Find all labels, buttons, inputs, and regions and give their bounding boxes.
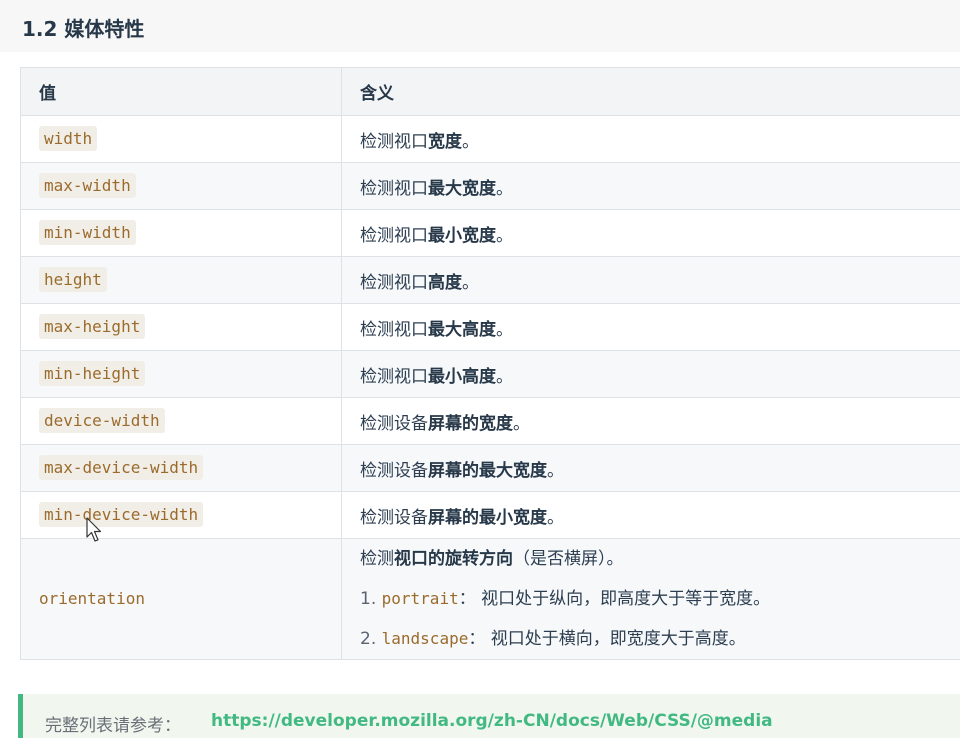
option-code: landscape — [381, 629, 469, 648]
list-number: 1. — [360, 589, 377, 609]
feature-code: min-width — [39, 220, 136, 245]
meaning-cell: 检测设备屏幕的宽度。 — [341, 397, 960, 445]
meaning-cell: 检测视口宽度。 — [341, 115, 960, 163]
table-row: height 检测视口高度。 — [20, 256, 960, 304]
meaning-bold: 最大高度 — [428, 319, 496, 340]
value-cell: orientation — [20, 538, 342, 660]
meaning-suffix: 。 — [462, 131, 479, 152]
list-item: 2. landscape： 视口处于横向，即宽度大于高度。 — [360, 619, 960, 659]
meaning-bold: 最小高度 — [428, 366, 496, 387]
meaning-prefix: 检测设备 — [360, 507, 428, 528]
value-cell: min-device-width — [20, 491, 342, 539]
meaning-suffix: （是否横屏）。 — [513, 549, 624, 569]
meaning-bold: 高度 — [428, 272, 462, 293]
value-cell: device-width — [20, 397, 342, 445]
meaning-suffix: 。 — [513, 413, 530, 434]
list-number: 2. — [360, 629, 377, 649]
value-cell: min-width — [20, 209, 342, 257]
meaning-prefix: 检测视口 — [360, 225, 428, 246]
meaning-suffix: 。 — [496, 178, 513, 199]
feature-code: min-device-width — [39, 502, 204, 527]
table-row: width 检测视口宽度。 — [20, 115, 960, 163]
feature-code: orientation — [39, 589, 145, 608]
feature-code: device-width — [39, 408, 165, 433]
meaning-prefix: 检测视口 — [360, 178, 428, 199]
feature-code: max-height — [39, 314, 146, 339]
meaning-prefix: 检测设备 — [360, 460, 428, 481]
header-value: 值 — [20, 67, 342, 116]
media-features-table: 值 含义 width 检测视口宽度。 max-width 检测视口最大宽度。 m… — [20, 67, 960, 660]
meaning-prefix: 检测视口 — [360, 366, 428, 387]
reference-note: 完整列表请参考： https://developer.mozilla.org/z… — [18, 694, 960, 738]
header-meaning: 含义 — [341, 67, 960, 116]
meaning-cell: 检测视口最大高度。 — [341, 303, 960, 351]
meaning-prefix: 检测视口 — [360, 272, 428, 293]
meaning-suffix: 。 — [496, 366, 513, 387]
table-row: min-width 检测视口最小宽度。 — [20, 209, 960, 257]
table-row: max-width 检测视口最大宽度。 — [20, 162, 960, 210]
table-row: device-width 检测设备屏幕的宽度。 — [20, 397, 960, 445]
meaning-suffix: 。 — [496, 225, 513, 246]
table-header-row: 值 含义 — [20, 67, 960, 116]
meaning-bold: 最大宽度 — [428, 178, 496, 199]
meaning-prefix: 检测 — [360, 549, 394, 569]
value-cell: width — [20, 115, 342, 163]
value-cell: max-width — [20, 162, 342, 210]
mdn-link[interactable]: https://developer.mozilla.org/zh-CN/docs… — [211, 711, 773, 731]
meaning-bold: 视口的旋转方向 — [394, 549, 513, 569]
meaning-cell: 检测设备屏幕的最大宽度。 — [341, 444, 960, 492]
section-title: 1.2 媒体特性 — [22, 17, 145, 41]
meaning-suffix: 。 — [462, 272, 479, 293]
feature-code: height — [39, 267, 107, 292]
meaning-suffix: 。 — [496, 319, 513, 340]
meaning-cell: 检测设备屏幕的最小宽度。 — [341, 491, 960, 539]
meaning-cell: 检测视口最小宽度。 — [341, 209, 960, 257]
meaning-bold: 宽度 — [428, 131, 462, 152]
mouse-cursor-icon — [86, 517, 102, 542]
meaning-cell: 检测视口最小高度。 — [341, 350, 960, 398]
meaning-suffix: 。 — [547, 460, 564, 481]
feature-code: width — [39, 126, 98, 151]
meaning-bold: 屏幕的最大宽度 — [428, 460, 547, 481]
orientation-description: 检测视口的旋转方向（是否横屏）。 — [360, 539, 960, 579]
table-row-orientation: orientation 检测视口的旋转方向（是否横屏）。 1. portrait… — [20, 538, 960, 660]
table-row: max-device-width 检测设备屏幕的最大宽度。 — [20, 444, 960, 492]
meaning-cell: 检测视口高度。 — [341, 256, 960, 304]
option-code: portrait — [381, 589, 459, 608]
feature-code: max-width — [39, 173, 136, 198]
meaning-bold: 屏幕的宽度 — [428, 413, 513, 434]
note-label: 完整列表请参考： — [45, 716, 181, 736]
meaning-cell: 检测视口最大宽度。 — [341, 162, 960, 210]
meaning-prefix: 检测视口 — [360, 131, 428, 152]
meaning-bold: 最小宽度 — [428, 225, 496, 246]
meaning-prefix: 检测设备 — [360, 413, 428, 434]
value-cell: min-height — [20, 350, 342, 398]
meaning-bold: 屏幕的最小宽度 — [428, 507, 547, 528]
list-item: 1. portrait： 视口处于纵向，即高度大于等于宽度。 — [360, 579, 960, 619]
table-row: min-device-width 检测设备屏幕的最小宽度。 — [20, 491, 960, 539]
table-row: min-height 检测视口最小高度。 — [20, 350, 960, 398]
section-heading: 1.2 媒体特性 — [0, 0, 960, 52]
value-cell: max-device-width — [20, 444, 342, 492]
meaning-suffix: 。 — [547, 507, 564, 528]
option-text: ： 视口处于横向，即宽度大于高度。 — [468, 629, 746, 649]
feature-code: min-height — [39, 361, 146, 386]
table-row: max-height 检测视口最大高度。 — [20, 303, 960, 351]
value-cell: max-height — [20, 303, 342, 351]
option-text: ： 视口处于纵向，即高度大于等于宽度。 — [458, 589, 771, 609]
feature-code: max-device-width — [39, 455, 204, 480]
meaning-prefix: 检测视口 — [360, 319, 428, 340]
meaning-cell: 检测视口的旋转方向（是否横屏）。 1. portrait： 视口处于纵向，即高度… — [341, 538, 960, 660]
value-cell: height — [20, 256, 342, 304]
